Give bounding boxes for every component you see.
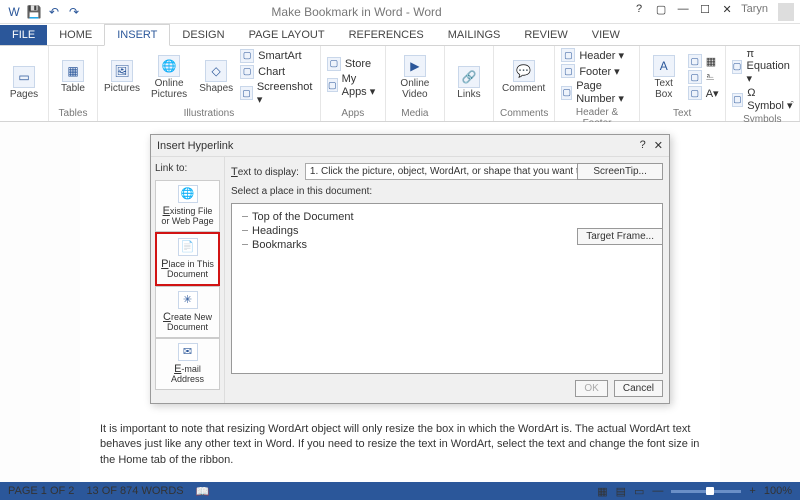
maximize-icon[interactable]: ☐ [697, 3, 713, 21]
tab-design[interactable]: DESIGN [170, 25, 236, 45]
chart-button[interactable]: ▢Chart [240, 65, 314, 79]
linkto-create-button[interactable]: ✳Create NewDocument [155, 286, 220, 338]
tab-review[interactable]: REVIEW [512, 25, 579, 45]
user-name[interactable]: Taryn [741, 3, 768, 21]
close-icon[interactable]: ✕ [719, 3, 735, 21]
online-video-icon: ▶ [404, 55, 426, 77]
pictures-icon: 🖼 [111, 60, 133, 82]
screentip-button[interactable]: ScreenTip... [577, 163, 663, 180]
tab-mailings[interactable]: MAILINGS [436, 25, 513, 45]
table-icon: ▦ [62, 60, 84, 82]
undo-icon[interactable]: ↶ [46, 4, 62, 20]
zoom-slider[interactable] [671, 490, 741, 493]
text-to-display-label: Text to display: [231, 166, 299, 178]
tab-page-layout[interactable]: PAGE LAYOUT [237, 25, 337, 45]
group-label: Apps [327, 106, 379, 119]
dialog-help-icon[interactable]: ? [640, 139, 646, 152]
a--button[interactable]: ▢A▾ [688, 86, 719, 100]
view-print-icon[interactable]: ▦ [597, 485, 607, 498]
text-box-icon: A [653, 55, 675, 77]
create-icon: ✳ [178, 291, 198, 309]
screenshot--button[interactable]: ▢Screenshot ▾ [240, 81, 314, 106]
comment-button[interactable]: 💬Comment [500, 58, 547, 96]
pages-icon: ▭ [13, 66, 35, 88]
smartart-button[interactable]: ▢SmartArt [240, 49, 314, 63]
store-button[interactable]: ▢Store [327, 57, 379, 71]
dialog-title: Insert Hyperlink [157, 140, 233, 152]
status-words[interactable]: 13 OF 874 WORDS [86, 485, 183, 497]
footer--button[interactable]: ▢Footer ▾ [561, 64, 632, 78]
window-title: Make Bookmark in Word - Word [88, 5, 625, 19]
zoom-in-icon[interactable]: + [749, 485, 755, 497]
shapes-button[interactable]: ◇Shapes [198, 58, 234, 96]
view-web-icon[interactable]: ▭ [634, 485, 644, 498]
dialog-close-icon[interactable]: ✕ [654, 139, 663, 152]
links-icon: 🔗 [458, 66, 480, 88]
page-number--button[interactable]: ▢Page Number ▾ [561, 80, 632, 105]
ribbon-options-icon[interactable]: ▢ [653, 3, 669, 21]
linkto-place-button[interactable]: 📄Place in ThisDocument [155, 232, 220, 286]
header--button[interactable]: ▢Header ▾ [561, 48, 632, 62]
pages-button[interactable]: ▭Pages [6, 64, 42, 102]
tab-insert[interactable]: INSERT [104, 24, 170, 46]
avatar[interactable] [778, 3, 794, 21]
shapes-icon: ◇ [205, 60, 227, 82]
zoom-level[interactable]: 100% [764, 485, 792, 497]
-equation--button[interactable]: ▢π Equation ▾ [732, 48, 793, 85]
email-icon: ✉ [178, 343, 198, 361]
cancel-button[interactable]: Cancel [614, 380, 663, 397]
link-to-label: Link to: [155, 161, 220, 176]
save-icon[interactable]: 💾 [26, 4, 42, 20]
group-label [6, 117, 42, 119]
existing-icon: 🌐 [178, 185, 198, 203]
linkto-existing-button[interactable]: 🌐Existing Fileor Web Page [155, 180, 220, 232]
--button[interactable]: ▢⎁ [688, 70, 719, 84]
zoom-out-icon[interactable]: — [652, 485, 663, 497]
my-apps--button[interactable]: ▢My Apps ▾ [327, 73, 379, 98]
-symbol--button[interactable]: ▢Ω Symbol ▾ [732, 87, 793, 112]
redo-icon[interactable]: ↷ [66, 4, 82, 20]
group-label: Media [392, 106, 438, 119]
body-paragraph: It is important to note that resizing Wo… [100, 422, 700, 468]
tab-references[interactable]: REFERENCES [337, 25, 436, 45]
place-icon: 📄 [178, 238, 198, 256]
table-button[interactable]: ▦Table [55, 58, 91, 96]
view-read-icon[interactable]: ▤ [616, 485, 626, 498]
minimize-icon[interactable]: — [675, 3, 691, 21]
ok-button[interactable]: OK [575, 380, 607, 397]
spellcheck-icon[interactable]: 📖 [196, 485, 210, 498]
group-label: Text [646, 106, 719, 119]
text-box-button[interactable]: AText Box [646, 53, 682, 102]
word-icon: W [6, 4, 22, 20]
tab-file[interactable]: FILE [0, 25, 47, 45]
insert-hyperlink-dialog: Insert Hyperlink ? ✕ Link to: 🌐Existing … [150, 134, 670, 404]
--button[interactable]: ▢▦ [688, 54, 719, 68]
group-label: Comments [500, 106, 548, 119]
links-button[interactable]: 🔗Links [451, 64, 487, 102]
target-frame-button[interactable]: Target Frame... [577, 228, 663, 245]
collapse-ribbon-icon[interactable]: ˆ [790, 100, 794, 112]
tab-view[interactable]: VIEW [580, 25, 632, 45]
group-label: Tables [55, 106, 91, 119]
status-page[interactable]: PAGE 1 OF 2 [8, 485, 74, 497]
online-video-button[interactable]: ▶Online Video [392, 53, 438, 102]
online-pictures-button[interactable]: 🌐Online Pictures [146, 53, 192, 102]
group-label [451, 117, 487, 119]
linkto-email-button[interactable]: ✉E-mailAddress [155, 338, 220, 390]
pictures-button[interactable]: 🖼Pictures [104, 58, 140, 96]
help-icon[interactable]: ? [631, 3, 647, 21]
online-pictures-icon: 🌐 [158, 55, 180, 77]
tab-home[interactable]: HOME [47, 25, 104, 45]
group-label: Illustrations [104, 106, 314, 119]
comment-icon: 💬 [513, 60, 535, 82]
